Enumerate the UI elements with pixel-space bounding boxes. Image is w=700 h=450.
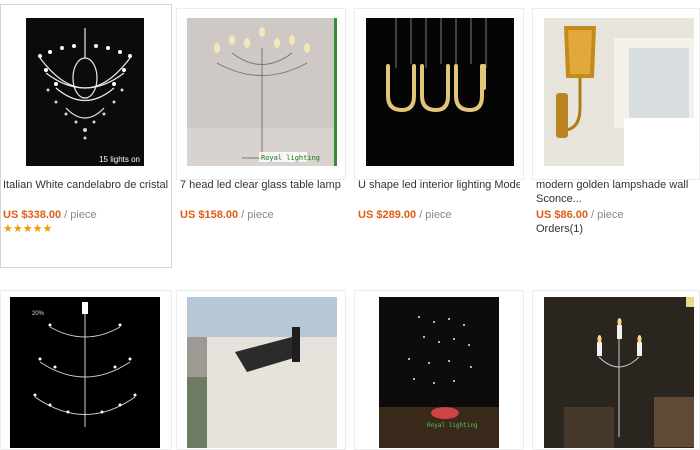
price-amount: US $158.00 <box>180 209 239 221</box>
product-title[interactable]: U shape led interior lighting Modern... <box>358 178 520 192</box>
product-title[interactable]: Italian White candelabro de cristal... <box>3 178 168 192</box>
orders-count: Orders(1) <box>536 223 584 235</box>
product-price: US $338.00 / piece <box>3 208 97 222</box>
product-price: US $289.00 / piece <box>358 208 452 222</box>
product-price: US $158.00 / piece <box>180 208 274 222</box>
price-amount: US $338.00 <box>3 209 62 221</box>
price-unit: / piece <box>64 209 97 221</box>
product-image[interactable]: 20% <box>10 297 160 448</box>
product-title-line1[interactable]: modern golden lampshade wall <box>536 178 696 192</box>
product-image[interactable]: 15 lights on <box>26 18 144 166</box>
rating-stars: ★★★★★ <box>3 223 53 235</box>
product-title[interactable]: 7 head led clear glass table lamp... <box>180 178 342 192</box>
image-overlay-text: Royal lighting <box>427 422 478 429</box>
image-overlay-text: Royal lighting <box>261 154 320 162</box>
price-unit: / piece <box>419 209 452 221</box>
product-image[interactable]: Royal lighting <box>187 18 337 166</box>
price-amount: US $86.00 <box>536 209 588 221</box>
price-unit: / piece <box>591 209 624 221</box>
product-image[interactable] <box>366 18 514 166</box>
product-title-line2[interactable]: Sconce... <box>536 192 696 206</box>
price-amount: US $289.00 <box>358 209 417 221</box>
image-overlay-text: 15 lights on <box>99 155 140 164</box>
image-overlay-text: 20% <box>32 311 45 317</box>
product-image[interactable] <box>187 297 337 448</box>
product-image[interactable] <box>544 297 694 448</box>
product-price: US $86.00 / piece <box>536 208 623 222</box>
product-image[interactable] <box>544 18 694 166</box>
product-image[interactable]: Royal lighting <box>379 297 499 448</box>
price-unit: / piece <box>241 209 274 221</box>
